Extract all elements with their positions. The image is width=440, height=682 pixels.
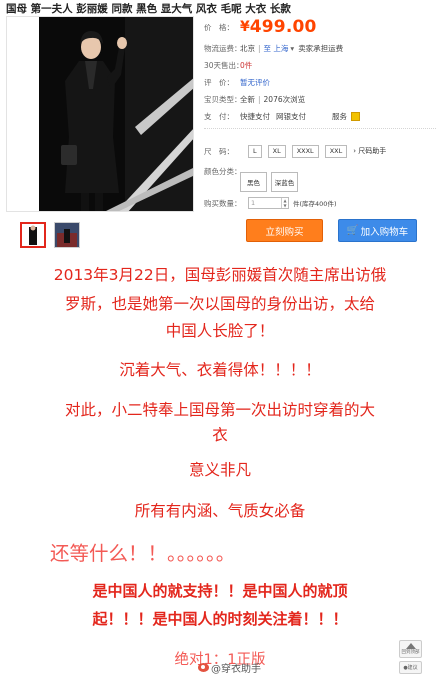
shipping-row: 物流运费： 北京 | 至 上海 ▾ 卖家承担运费 bbox=[204, 41, 343, 55]
sold-row: 30天售出： 0件 bbox=[204, 58, 252, 72]
watermark-text: @穿衣助手 bbox=[211, 664, 261, 675]
product-description: 2013年3月22日，国母彭丽媛首次随主席出访俄 罗斯，也是她第一次以国母的身份… bbox=[0, 258, 440, 682]
size-label: 尺 码： bbox=[204, 146, 234, 156]
detail-views: 2076次浏览 bbox=[263, 94, 306, 104]
sold-value: 0件 bbox=[240, 60, 253, 70]
watermark: @穿衣助手 bbox=[198, 660, 261, 675]
detail-row: 宝贝类型： 全新 | 2076次浏览 bbox=[204, 92, 305, 106]
size-guide-link[interactable]: › 尺码助手 bbox=[353, 146, 386, 156]
chevron-down-icon[interactable]: ▾ bbox=[290, 44, 294, 53]
shipping-destination[interactable]: 至 上海 bbox=[264, 43, 289, 54]
shipping-from: 北京 bbox=[240, 43, 255, 53]
thumbnail-1[interactable] bbox=[20, 222, 46, 248]
back-to-top-label: 回到顶部 bbox=[401, 650, 420, 655]
desc-line-2: 罗斯，也是她第一次以国母的身份出访，太给 bbox=[64, 295, 375, 313]
desc-line-10: 是中国人的就支持！！是中国人的就顶 bbox=[92, 582, 348, 600]
price-row: 价 格： ¥ 499.00 bbox=[204, 17, 317, 37]
size-option-xl[interactable]: XL bbox=[267, 144, 286, 158]
rating-value[interactable]: 暂无评价 bbox=[240, 77, 270, 88]
product-title: 国母 第一夫人 彭丽媛 同款 黑色 显大气 风衣 毛呢 大衣 长款 bbox=[6, 3, 291, 15]
detail-value: 全新 bbox=[240, 94, 255, 104]
desc-line-3: 中国人长脸了！ bbox=[165, 322, 275, 340]
sold-label: 30天售出： bbox=[204, 60, 244, 70]
rating-label: 评 价： bbox=[204, 77, 234, 87]
buy-now-button[interactable]: 立刻购买 bbox=[246, 219, 323, 242]
shipping-label: 物流运费： bbox=[204, 43, 242, 53]
size-option-xxxl[interactable]: XXXL bbox=[291, 144, 319, 158]
chevron-down-icon[interactable]: ▼ bbox=[282, 203, 288, 208]
desc-line-5: 对此，小二特奉上国母第一次出访时穿着的大 bbox=[64, 401, 375, 419]
product-photo-illustration bbox=[7, 17, 193, 211]
size-option-xxl[interactable]: XXL bbox=[324, 144, 348, 158]
color-option-black[interactable]: 黑色 bbox=[240, 172, 267, 192]
quantity-stepper[interactable]: ▲ ▼ bbox=[248, 197, 289, 209]
thumbnail-2-image bbox=[55, 223, 79, 247]
payment-row: 支 付： 快捷支付 网银支付 服务 bbox=[204, 109, 360, 123]
size-row: 尺 码： L XL XXXL XXL › 尺码助手 bbox=[204, 143, 386, 159]
price-label: 价 格： bbox=[204, 22, 234, 32]
desc-line-6: 衣 bbox=[212, 426, 228, 444]
guarantee-label: 服务 bbox=[332, 111, 347, 121]
payment-label: 支 付： bbox=[204, 111, 234, 121]
desc-line-7: 意义非凡 bbox=[188, 461, 251, 479]
detail-label: 宝贝类型： bbox=[204, 94, 242, 104]
color-row: 颜色分类： 黑色 深蓝色 bbox=[204, 166, 302, 192]
color-label: 颜色分类： bbox=[204, 167, 242, 176]
size-option-l[interactable]: L bbox=[248, 144, 262, 158]
guarantee-icon bbox=[351, 111, 360, 121]
desc-line-4: 沉着大气、衣着得体！！！！ bbox=[119, 361, 321, 379]
quantity-input[interactable] bbox=[249, 198, 281, 208]
qty-label: 购买数量： bbox=[204, 198, 242, 208]
detail-separator: | bbox=[258, 94, 261, 104]
thumbnail-2[interactable] bbox=[54, 222, 80, 248]
price-currency: ¥ bbox=[240, 19, 250, 35]
add-to-cart-label: 加入购物车 bbox=[360, 226, 409, 238]
product-main-image[interactable] bbox=[6, 16, 194, 212]
qty-stock: 件(库存400件) bbox=[293, 200, 337, 208]
desc-line-1: 2013年3月22日，国母彭丽媛首次随主席出访俄 bbox=[53, 266, 387, 284]
add-to-cart-button[interactable]: 🛒 加入购物车 bbox=[338, 219, 417, 242]
price-value: 499.00 bbox=[249, 17, 317, 37]
cart-icon: 🛒 bbox=[346, 225, 359, 236]
desc-line-8: 所有有内涵、气质女必备 bbox=[134, 502, 306, 520]
info-divider bbox=[204, 128, 436, 129]
desc-line-11: 起！！！是中国人的时刻关注着！！！ bbox=[92, 610, 348, 628]
payment-option-2: 网银支付 bbox=[276, 111, 306, 121]
feedback-button[interactable]: ●建议 bbox=[399, 661, 422, 674]
shipping-separator: | bbox=[258, 43, 261, 53]
qty-row: 购买数量： ▲ ▼ 件(库存400件) bbox=[204, 196, 336, 210]
desc-line-9: 还等什么！！。。。。。。 bbox=[50, 542, 236, 565]
thumbnail-1-image bbox=[22, 224, 44, 246]
payment-option-1: 快捷支付 bbox=[240, 111, 270, 121]
weibo-icon bbox=[198, 663, 209, 672]
quantity-step-buttons[interactable]: ▲ ▼ bbox=[281, 198, 288, 208]
rating-row: 评 价： 暂无评价 bbox=[204, 75, 270, 89]
color-option-navy[interactable]: 深蓝色 bbox=[271, 172, 298, 192]
shipping-note: 卖家承担运费 bbox=[298, 43, 344, 53]
back-to-top-button[interactable]: 回到顶部 bbox=[399, 640, 422, 658]
